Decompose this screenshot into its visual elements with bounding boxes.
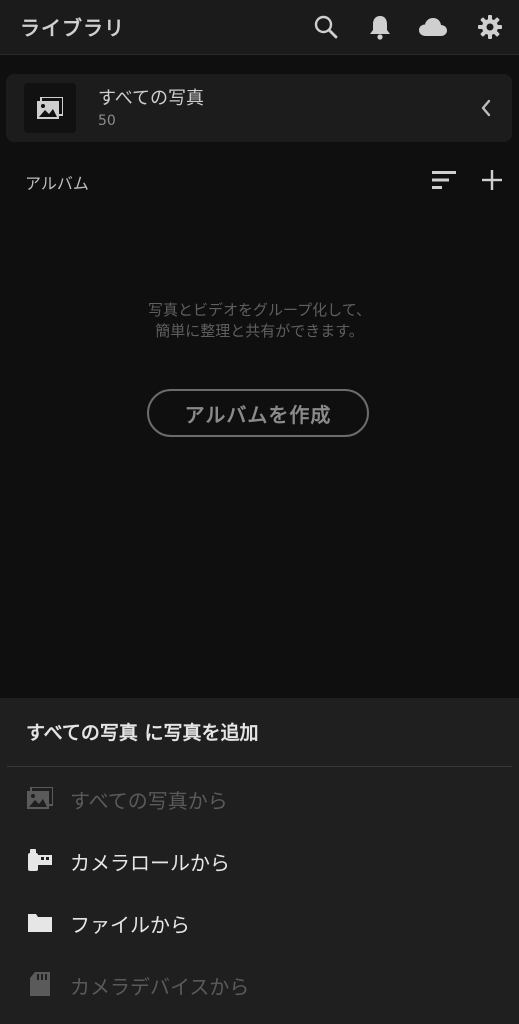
chevron-left-icon[interactable] [474,96,498,120]
albums-heading: アルバム [25,174,89,193]
add-photos-sheet: すべての写真 に写真を追加 すべての写真から カメラロールから ファイルから カ… [0,698,519,1024]
photo-icon [24,83,76,133]
page-title: ライブラリ [20,16,125,40]
top-bar: ライブラリ [0,0,519,55]
sheet-item-label: すべての写真から [70,789,228,813]
create-album-button[interactable]: アルバムを作成 [147,389,369,437]
gear-icon[interactable] [475,12,505,42]
sheet-title: すべての写真 に写真を追加 [26,722,259,744]
plus-icon[interactable] [478,166,506,194]
photo-icon [26,784,54,812]
all-photos-row[interactable]: すべての写真 50 [6,74,512,142]
sheet-item-label: カメラデバイスから [70,975,250,999]
bell-icon[interactable] [365,12,395,42]
sheet-item-label: カメラロールから [70,851,230,875]
cloud-icon[interactable] [418,12,448,42]
camera-roll-icon [26,846,54,874]
sheet-item-from-files[interactable]: ファイルから [0,894,519,950]
albums-empty-message: 写真とビデオをグループ化して、 簡単に整理と共有ができます。 [0,300,519,342]
sheet-divider [7,766,512,767]
sheet-item-from-camera-roll[interactable]: カメラロールから [0,832,519,888]
sd-card-icon [26,970,54,998]
sheet-item-from-camera-device[interactable]: カメラデバイスから [0,956,519,1012]
sort-icon[interactable] [430,167,458,193]
sheet-item-from-all-photos[interactable]: すべての写真から [0,770,519,826]
all-photos-count: 50 [98,113,116,129]
folder-icon [26,908,54,936]
all-photos-title: すべての写真 [98,88,205,109]
empty-line-1: 写真とビデオをグループ化して、 [148,301,371,319]
sheet-item-label: ファイルから [70,913,190,937]
search-icon[interactable] [311,12,341,42]
library-screen: ライブラリ すべての写真 50 アルバム 写真とビデオをグループ化して、 簡単に… [0,0,519,1024]
empty-line-2: 簡単に整理と共有ができます。 [155,322,364,340]
